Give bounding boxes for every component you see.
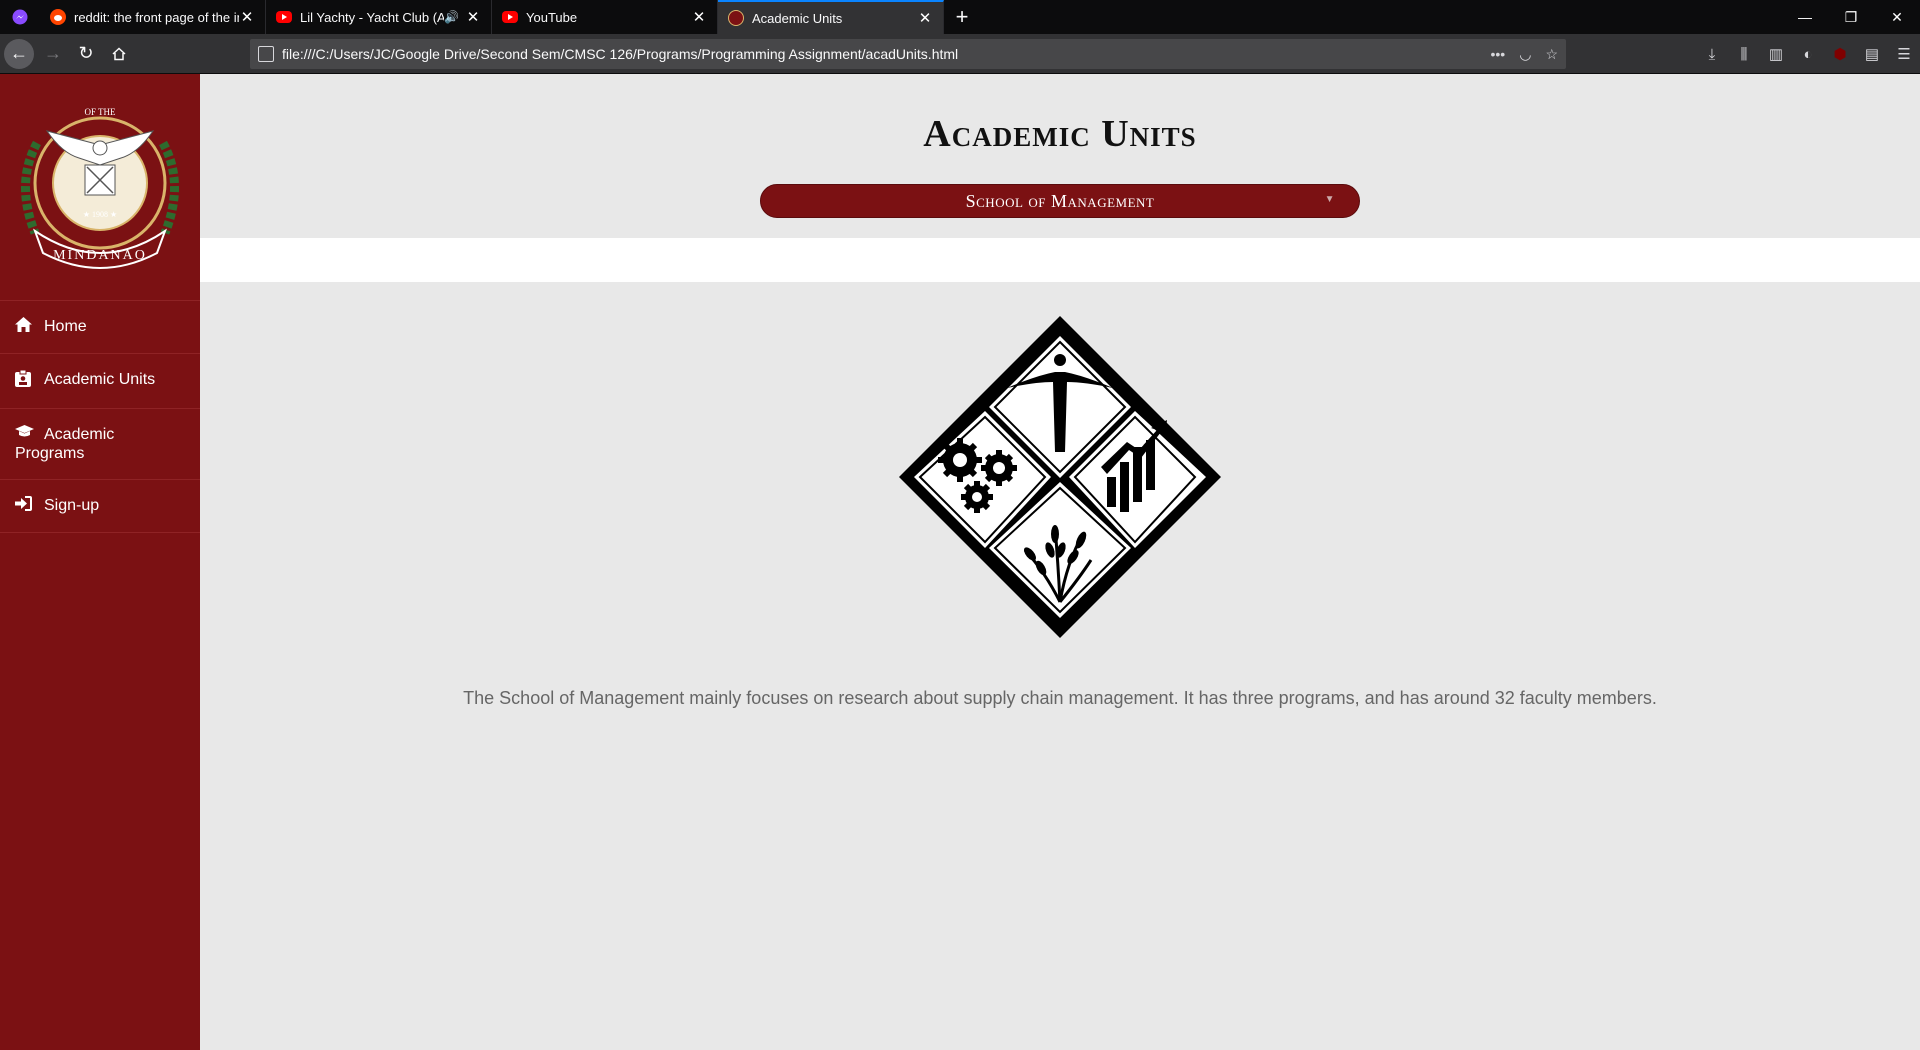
tab-lil-yachty[interactable]: Lil Yachty - Yacht Club (Aud 🔊 ✕ xyxy=(266,0,492,34)
seal-icon xyxy=(728,10,744,26)
sidebar-toggle-icon[interactable]: ▥ xyxy=(1760,45,1792,63)
home-icon xyxy=(15,317,35,337)
sidebar-item-label: Academic Units xyxy=(44,371,156,388)
library-icon[interactable]: ⫼ xyxy=(1728,46,1760,63)
restore-icon[interactable]: ❐ xyxy=(1828,0,1874,34)
bookmark-star-icon[interactable]: ☆ xyxy=(1545,46,1558,63)
sign-in-icon xyxy=(15,496,35,516)
tab-bar: reddit: the front page of the int ✕ Lil … xyxy=(0,0,1920,34)
arrow-right-icon: → xyxy=(44,43,62,63)
white-band xyxy=(200,238,1920,282)
extension-icon[interactable]: ◐ xyxy=(1792,46,1824,63)
svg-text:★ 1908 ★: ★ 1908 ★ xyxy=(83,210,117,219)
caret-down-icon: ▼ xyxy=(1324,194,1335,205)
minimize-icon[interactable]: — xyxy=(1782,0,1828,34)
tab-title: YouTube xyxy=(526,9,578,25)
close-tab-icon[interactable]: ✕ xyxy=(691,9,707,26)
home-button[interactable] xyxy=(103,38,135,70)
reload-button[interactable]: ↻ xyxy=(70,38,102,70)
school-of-management-emblem xyxy=(895,312,1225,642)
reddit-icon xyxy=(50,9,66,25)
sidebar-item-sign-up[interactable]: Sign-up xyxy=(0,480,200,533)
unit-description: The School of Management mainly focuses … xyxy=(463,688,1657,708)
page: MINDANAO ★ 1908 ★ OF THE Home Academic U… xyxy=(0,74,1920,1050)
messenger-tab[interactable] xyxy=(0,0,40,34)
id-badge-icon xyxy=(15,369,35,392)
back-button[interactable]: ← xyxy=(4,38,34,69)
speaker-icon[interactable]: 🔊 xyxy=(444,10,459,24)
ublock-icon[interactable]: ⬢ xyxy=(1824,45,1856,63)
youtube-icon xyxy=(502,11,518,23)
university-seal: MINDANAO ★ 1908 ★ OF THE xyxy=(0,74,200,300)
graduation-cap-icon xyxy=(15,425,35,444)
navigation-bar: ← → ↻ file:///C:/Users/JC/Google Drive/S… xyxy=(0,34,1920,74)
sidebar-item-label: Academic xyxy=(44,426,115,443)
academic-unit-select[interactable]: School of Management ▼ xyxy=(760,184,1360,218)
toolbar-right: ⤓ ⫼ ▥ ◐ ⬢ ▤ ☰ xyxy=(1696,34,1920,74)
sidebar-item-home[interactable]: Home xyxy=(0,301,200,354)
main-content: Academic Units School of Management ▼ Th… xyxy=(200,74,1920,1050)
download-icon[interactable]: ⤓ xyxy=(1696,46,1728,63)
window-controls: — ❐ ✕ xyxy=(1782,0,1920,34)
sidebar-item-academic-programs[interactable]: Academic Programs xyxy=(0,409,200,480)
tab-title: reddit: the front page of the int xyxy=(74,9,239,25)
sidebar-item-academic-units[interactable]: Academic Units xyxy=(0,354,200,409)
sidebar-item-label-line2: Programs xyxy=(15,445,85,462)
youtube-icon xyxy=(276,11,292,23)
forward-button[interactable]: → xyxy=(37,38,69,70)
sidebar: MINDANAO ★ 1908 ★ OF THE Home Academic U… xyxy=(0,74,200,1050)
tab-title: Academic Units xyxy=(752,10,843,26)
arrow-left-icon: ← xyxy=(10,43,28,63)
svg-text:MINDANAO: MINDANAO xyxy=(53,248,147,263)
reader-icon[interactable]: ▤ xyxy=(1856,45,1888,63)
tab-youtube[interactable]: YouTube ✕ xyxy=(492,0,718,34)
pocket-icon[interactable]: ◡ xyxy=(1519,46,1531,63)
home-outline-icon xyxy=(112,46,126,60)
sidebar-menu: Home Academic Units Academic Programs Si… xyxy=(0,300,200,533)
tab-academic-units[interactable]: Academic Units ✕ xyxy=(718,0,944,34)
svg-text:OF THE: OF THE xyxy=(84,107,116,117)
sidebar-item-label: Sign-up xyxy=(44,497,100,514)
sidebar-item-label: Home xyxy=(44,318,87,335)
close-tab-icon[interactable]: ✕ xyxy=(917,10,933,27)
page-icon xyxy=(258,46,274,62)
university-seal-logo: MINDANAO ★ 1908 ★ OF THE xyxy=(21,107,179,269)
url-text[interactable]: file:///C:/Users/JC/Google Drive/Second … xyxy=(282,46,1491,62)
more-actions-icon[interactable]: ••• xyxy=(1491,46,1506,63)
tab-reddit[interactable]: reddit: the front page of the int ✕ xyxy=(40,0,266,34)
hamburger-menu-icon[interactable]: ☰ xyxy=(1888,45,1920,63)
page-title: Academic Units xyxy=(923,113,1197,155)
reload-icon: ↻ xyxy=(78,43,94,63)
close-window-icon[interactable]: ✕ xyxy=(1874,0,1920,34)
close-tab-icon[interactable]: ✕ xyxy=(465,9,481,26)
selected-unit: School of Management xyxy=(965,190,1155,211)
close-tab-icon[interactable]: ✕ xyxy=(239,9,255,26)
tab-title: Lil Yachty - Yacht Club (Aud xyxy=(300,9,445,25)
messenger-icon xyxy=(12,9,28,25)
address-bar[interactable]: file:///C:/Users/JC/Google Drive/Second … xyxy=(250,39,1566,69)
new-tab-button[interactable]: + xyxy=(944,0,980,34)
